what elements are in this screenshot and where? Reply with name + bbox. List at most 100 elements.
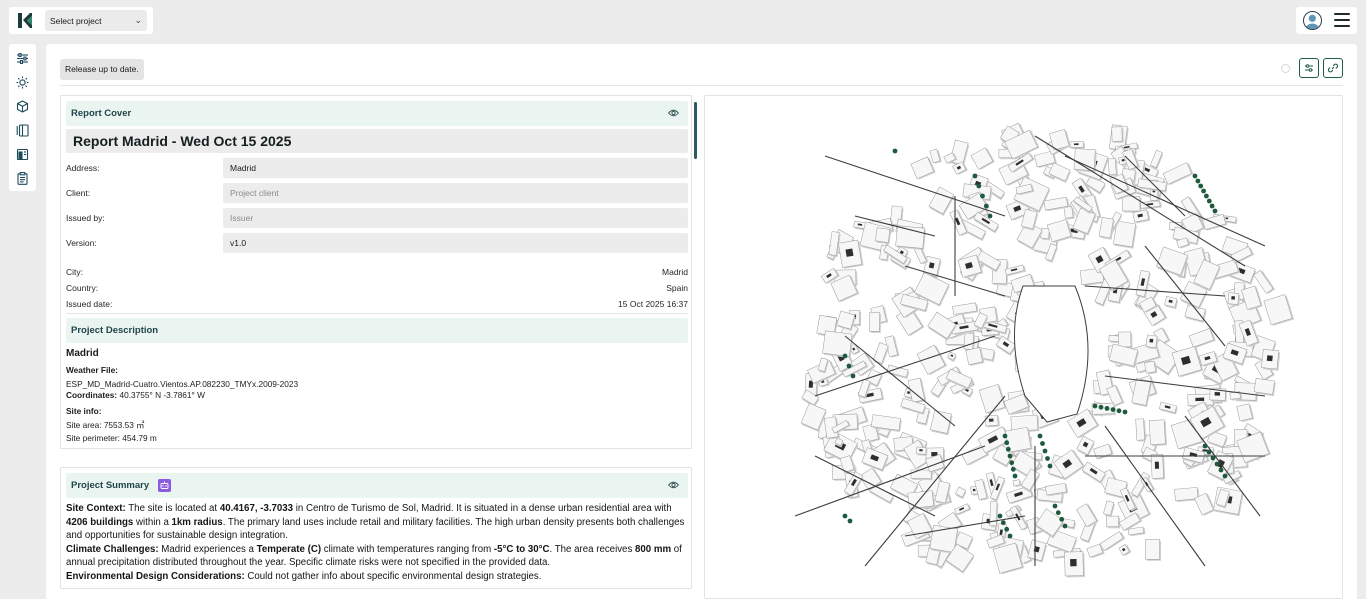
tree — [842, 513, 848, 519]
building — [1261, 349, 1281, 371]
environmental-paragraph: Environmental Design Considerations: Cou… — [66, 570, 688, 584]
tree — [1204, 193, 1209, 199]
tree — [1005, 446, 1011, 452]
building — [872, 342, 890, 366]
project-summary-title: Project Summary — [71, 480, 150, 491]
site-3d-viewport[interactable] — [704, 95, 1343, 599]
tree — [1037, 433, 1043, 439]
eye-icon[interactable] — [668, 109, 679, 117]
building — [954, 503, 972, 516]
project-select[interactable]: Select project ⌄ — [45, 10, 147, 31]
building — [1069, 141, 1085, 150]
tree — [1206, 198, 1212, 204]
tree — [1000, 520, 1006, 526]
layers-icon[interactable] — [16, 124, 29, 137]
project-name: Madrid — [66, 348, 99, 359]
tree — [846, 363, 852, 369]
building — [947, 351, 957, 363]
tree — [987, 213, 993, 219]
building — [1108, 343, 1139, 369]
building-icon[interactable] — [16, 148, 29, 161]
building — [1159, 401, 1178, 415]
building — [1162, 162, 1194, 186]
report-cover-header: Report Cover — [66, 101, 688, 126]
environmental-label: Environmental Design Considerations: — [66, 570, 245, 582]
divider — [66, 313, 688, 314]
project-summary-body: Site Context: The site is located at 40.… — [66, 502, 688, 583]
share-link-button[interactable] — [1323, 58, 1343, 78]
user-avatar-icon[interactable] — [1303, 11, 1322, 30]
sun-icon[interactable] — [16, 76, 29, 89]
urban-context-model[interactable] — [705, 96, 1343, 599]
city-label: City: — [66, 267, 83, 277]
report-cover-title: Report Cover — [71, 108, 132, 119]
summary-highlight: Temperate (C) — [256, 543, 322, 555]
building — [1048, 162, 1071, 184]
building — [1148, 419, 1168, 447]
report-cover-card: Report Cover Report Madrid - Wed Oct 15 … — [60, 95, 692, 449]
tree — [1004, 526, 1010, 532]
site-area: Site area: 7553.53 ㎡ — [66, 420, 145, 430]
building — [907, 490, 936, 510]
ai-robot-icon — [158, 479, 171, 492]
tree — [1007, 533, 1013, 539]
building — [1202, 214, 1228, 231]
weather-file-label: Weather File: — [66, 365, 118, 375]
summary-text: . The area receives — [549, 543, 635, 555]
building — [869, 312, 882, 333]
building — [1098, 217, 1115, 240]
tree — [997, 513, 1003, 519]
climate-label: Climate Challenges: — [66, 543, 159, 555]
building — [930, 410, 953, 436]
version-field[interactable]: v1.0 — [223, 233, 688, 253]
summary-highlight: 1km radius — [171, 516, 223, 528]
release-status-chip: Release up to date. — [60, 59, 144, 80]
building — [1076, 435, 1095, 457]
version-label: Version: — [66, 238, 97, 248]
building — [1063, 206, 1075, 220]
cube-icon[interactable] — [16, 100, 29, 113]
tree — [976, 183, 982, 189]
top-right-bar — [1296, 7, 1357, 34]
project-summary-card: Project Summary Site Context: The site i… — [60, 467, 692, 589]
tree — [1192, 173, 1198, 179]
client-field[interactable]: Project client — [223, 183, 688, 203]
building — [1064, 551, 1085, 578]
top-left-bar: Select project ⌄ — [9, 7, 153, 34]
building — [955, 486, 967, 500]
tree — [1012, 473, 1018, 479]
clipboard-icon[interactable] — [16, 172, 29, 185]
tree — [1062, 523, 1068, 529]
chevron-down-icon: ⌄ — [134, 15, 142, 25]
building — [989, 501, 999, 528]
building — [1164, 295, 1179, 310]
building — [1127, 526, 1146, 537]
address-label: Address: — [66, 163, 100, 173]
summary-highlight: 800 mm — [634, 543, 672, 555]
building — [1107, 157, 1118, 177]
report-title-input[interactable]: Report Madrid - Wed Oct 15 2025 — [66, 129, 688, 153]
building — [1150, 454, 1166, 480]
eye-icon[interactable] — [668, 481, 679, 489]
climate-paragraph: Climate Challenges: Madrid experiences a… — [66, 543, 688, 570]
building — [963, 332, 976, 352]
building — [1171, 346, 1204, 378]
summary-text: climate with temperatures ranging from — [321, 543, 494, 555]
tree — [1210, 455, 1216, 461]
report-scrollbar[interactable] — [694, 102, 697, 159]
building — [974, 479, 989, 501]
weather-file-value: ESP_MD_Madrid-Cuatro.Vientos.AP.082230_T… — [66, 379, 299, 389]
tree — [1009, 460, 1015, 466]
building — [1012, 479, 1022, 488]
building — [838, 239, 864, 269]
sliders-icon[interactable] — [16, 52, 29, 65]
info-row-issued-date: Issued date: 15 Oct 2025 16:37 — [66, 299, 688, 309]
filter-settings-button[interactable] — [1299, 58, 1319, 78]
brand-logo-icon[interactable] — [18, 13, 32, 28]
hamburger-menu-icon[interactable] — [1334, 13, 1350, 27]
tree — [1214, 461, 1220, 467]
tree — [850, 373, 856, 379]
info-row-country: Country: Spain — [66, 283, 688, 293]
address-field[interactable]: Madrid — [223, 158, 688, 178]
issued-by-field[interactable]: Issuer — [223, 208, 688, 228]
